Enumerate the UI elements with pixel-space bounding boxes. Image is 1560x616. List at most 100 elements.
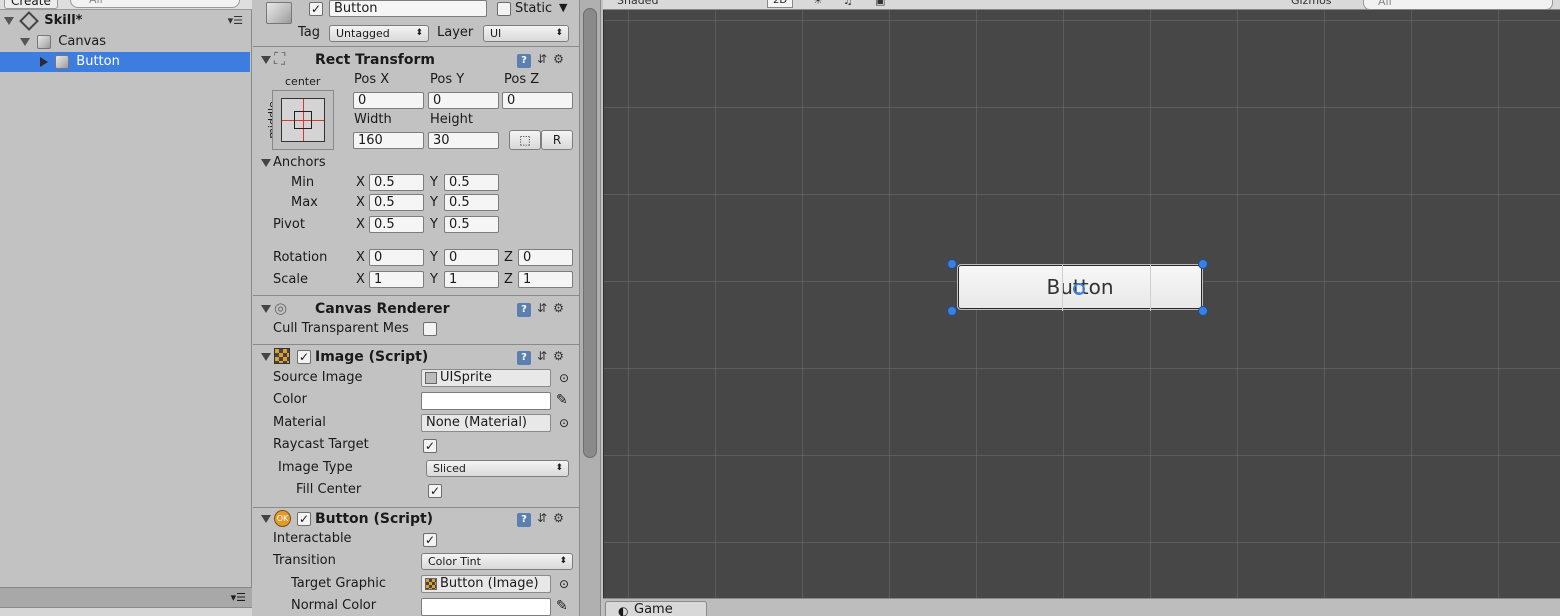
help-icon[interactable]: ?	[517, 513, 531, 527]
object-picker-icon[interactable]: ⊙	[559, 369, 569, 387]
tag-dropdown[interactable]: Untagged ⬍	[329, 25, 429, 42]
create-button[interactable]: Create	[4, 0, 58, 9]
rotation-z-field[interactable]: 0	[518, 249, 573, 266]
resize-handle-bottom-right[interactable]	[1198, 306, 1208, 316]
help-icon[interactable]: ?	[517, 303, 531, 317]
normal-color-swatch[interactable]	[421, 598, 551, 616]
anchor-min-x-field[interactable]: 0.5	[369, 174, 424, 191]
pos-x-field[interactable]: 0	[353, 92, 424, 109]
height-field[interactable]: 30	[428, 132, 499, 149]
hierarchy-menu-icon[interactable]: ▾☰	[228, 14, 243, 27]
gear-icon[interactable]: ⚙	[553, 511, 564, 525]
hierarchy-item-button[interactable]: Button	[0, 52, 250, 72]
rotation-y-field[interactable]: 0	[444, 249, 499, 266]
image-script-title: Image (Script)	[315, 349, 429, 365]
preset-icon[interactable]: ⇵	[537, 52, 547, 66]
blueprint-mode-button[interactable]: ⬚	[509, 130, 541, 150]
preset-icon[interactable]: ⇵	[537, 349, 547, 363]
axis-y-label: Y	[430, 272, 438, 287]
cull-transparent-checkbox[interactable]	[423, 322, 437, 336]
source-image-value: UISprite	[440, 370, 492, 385]
pivot-x-field[interactable]: 0.5	[369, 216, 424, 233]
foldout-arrow-icon[interactable]	[261, 159, 271, 167]
inspector-scrollbar[interactable]	[579, 0, 601, 616]
anchor-max-x-field[interactable]: 0.5	[369, 194, 424, 211]
object-picker-icon[interactable]: ⊙	[559, 414, 569, 432]
tab-game[interactable]: ◐ Game	[605, 601, 707, 616]
layer-label: Layer	[437, 25, 474, 40]
anchor-min-y-field[interactable]: 0.5	[444, 174, 499, 191]
image-type-label: Image Type	[278, 460, 353, 475]
raw-edit-button[interactable]: R	[541, 130, 573, 150]
hierarchy-search-input[interactable]: All	[70, 0, 240, 8]
resize-handle-top-left[interactable]	[947, 259, 957, 269]
eyedropper-icon[interactable]: ✎	[556, 391, 568, 409]
image-enabled-checkbox[interactable]: ✓	[297, 350, 311, 364]
layer-dropdown[interactable]: UI ⬍	[483, 25, 569, 42]
divider	[253, 507, 579, 508]
resize-handle-top-right[interactable]	[1198, 259, 1208, 269]
hierarchy-item-canvas[interactable]: Canvas	[0, 32, 250, 52]
fill-center-checkbox[interactable]: ✓	[428, 484, 442, 498]
object-name-field[interactable]: Button	[329, 0, 487, 17]
gear-icon[interactable]: ⚙	[553, 52, 564, 66]
audio-icon[interactable]: ♫	[843, 0, 853, 8]
button-component-icon: OK	[274, 510, 291, 527]
axis-y-label: Y	[430, 175, 438, 190]
2d-toggle[interactable]: 2D	[767, 0, 793, 8]
target-graphic-field[interactable]: Button (Image)	[421, 575, 551, 593]
static-dropdown-icon[interactable]: ▼	[559, 0, 567, 16]
scene-row[interactable]: Skill*	[0, 10, 250, 31]
preset-icon[interactable]: ⇵	[537, 511, 547, 525]
scale-x-field[interactable]: 1	[369, 271, 424, 288]
help-icon[interactable]: ?	[517, 54, 531, 68]
target-graphic-label: Target Graphic	[291, 576, 386, 591]
interactable-label: Interactable	[273, 531, 352, 546]
component-header-icons: ? ⇵ ⚙	[511, 349, 564, 365]
axis-x-label: X	[356, 272, 365, 287]
source-image-field[interactable]: UISprite	[421, 369, 551, 387]
effects-icon[interactable]: ▣	[875, 0, 885, 8]
foldout-arrow-icon[interactable]	[261, 515, 271, 523]
eyedropper-icon[interactable]: ✎	[556, 597, 568, 615]
interactable-checkbox[interactable]: ✓	[423, 533, 437, 547]
shading-mode-dropdown[interactable]: Shaded	[617, 0, 658, 8]
foldout-arrow-icon[interactable]	[261, 305, 271, 313]
active-checkbox[interactable]: ✓	[309, 2, 323, 16]
button-enabled-checkbox[interactable]: ✓	[297, 512, 311, 526]
image-type-dropdown[interactable]: Sliced ⬍	[426, 460, 569, 477]
anchor-presets-button[interactable]	[272, 90, 334, 150]
expand-arrow-icon[interactable]	[20, 37, 30, 46]
gear-icon[interactable]: ⚙	[553, 349, 564, 363]
color-swatch[interactable]	[421, 392, 551, 410]
foldout-arrow-icon[interactable]	[261, 56, 271, 64]
lighting-icon[interactable]: ☀	[813, 0, 823, 8]
anchor-max-y-field[interactable]: 0.5	[444, 194, 499, 211]
pos-y-field[interactable]: 0	[428, 92, 499, 109]
panel-menu-icon[interactable]: ▾☰	[231, 591, 246, 604]
panel-toolbar	[0, 607, 252, 616]
scale-y-field[interactable]: 1	[444, 271, 499, 288]
foldout-arrow-icon[interactable]	[261, 353, 271, 361]
scale-z-field[interactable]: 1	[518, 271, 573, 288]
transition-dropdown[interactable]: Color Tint ⬍	[421, 553, 573, 570]
gear-icon[interactable]: ⚙	[553, 301, 564, 315]
expand-arrow-icon[interactable]	[4, 16, 14, 25]
slice-guide	[1062, 265, 1063, 311]
object-picker-icon[interactable]: ⊙	[559, 575, 569, 593]
scrollbar-thumb[interactable]	[583, 8, 597, 458]
pos-z-field[interactable]: 0	[502, 92, 573, 109]
pivot-y-field[interactable]: 0.5	[444, 216, 499, 233]
width-field[interactable]: 160	[353, 132, 424, 149]
collapse-arrow-icon[interactable]	[40, 56, 48, 67]
scene-search-input[interactable]: All	[1363, 0, 1553, 9]
resize-handle-bottom-left[interactable]	[947, 306, 957, 316]
rotation-x-field[interactable]: 0	[369, 249, 424, 266]
help-icon[interactable]: ?	[517, 351, 531, 365]
pivot-handle-icon[interactable]	[1073, 283, 1085, 295]
gizmos-dropdown[interactable]: Gizmos	[1291, 0, 1332, 8]
raycast-target-checkbox[interactable]: ✓	[423, 439, 437, 453]
preset-icon[interactable]: ⇵	[537, 301, 547, 315]
static-checkbox[interactable]	[497, 2, 511, 16]
material-field[interactable]: None (Material)	[421, 414, 551, 432]
